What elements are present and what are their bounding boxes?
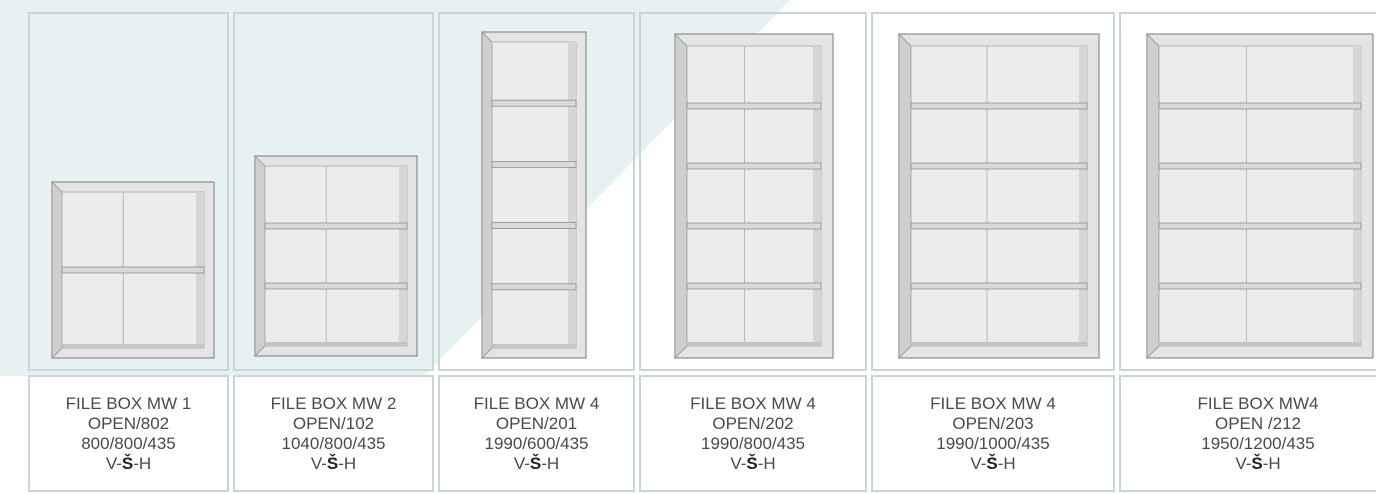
shelf bbox=[264, 282, 408, 290]
product-sheet: FILE BOX MW 1 OPEN/802 800/800/435 V-Š-H… bbox=[0, 0, 1376, 494]
shelf bbox=[910, 282, 1088, 290]
product-code: V-Š-H bbox=[970, 453, 1016, 473]
product-label: FILE BOX MW 4 OPEN/202 1990/800/435 V-Š-… bbox=[639, 375, 867, 492]
shelf bbox=[686, 222, 822, 230]
shelf bbox=[1158, 162, 1362, 170]
cabinet-icon bbox=[51, 181, 215, 359]
product-variant: OPEN/201 bbox=[495, 413, 578, 433]
shelf bbox=[910, 102, 1088, 110]
product-name: FILE BOX MW 2 bbox=[270, 393, 397, 413]
product-table: FILE BOX MW 1 OPEN/802 800/800/435 V-Š-H… bbox=[28, 12, 1376, 492]
shelf bbox=[61, 266, 205, 274]
product-label: FILE BOX MW 1 OPEN/802 800/800/435 V-Š-H bbox=[28, 375, 229, 492]
shelf bbox=[491, 160, 577, 168]
product-name: FILE BOX MW4 bbox=[1197, 393, 1319, 413]
product-variant: OPEN/802 bbox=[87, 413, 170, 433]
product-name: FILE BOX MW 4 bbox=[473, 393, 600, 413]
product-label: FILE BOX MW 4 OPEN/201 1990/600/435 V-Š-… bbox=[438, 375, 635, 492]
product-label: FILE BOX MW 2 OPEN/102 1040/800/435 V-Š-… bbox=[233, 375, 434, 492]
shelf bbox=[686, 282, 822, 290]
product-code: V-Š-H bbox=[1235, 453, 1281, 473]
product-label: FILE BOX MW 4 OPEN/203 1990/1000/435 V-Š… bbox=[871, 375, 1115, 492]
product-name: FILE BOX MW 1 bbox=[65, 393, 192, 413]
shelf bbox=[491, 99, 577, 107]
product-variant: OPEN/203 bbox=[952, 413, 1034, 433]
product-image-cell bbox=[871, 12, 1115, 371]
product-image-cell bbox=[233, 12, 434, 371]
shelf bbox=[1158, 282, 1362, 290]
shelf bbox=[1158, 102, 1362, 110]
cabinet-icon bbox=[481, 31, 587, 359]
product-image-cell bbox=[639, 12, 867, 371]
product-name: FILE BOX MW 4 bbox=[690, 393, 816, 413]
product-code: V-Š-H bbox=[513, 453, 560, 473]
cabinet-icon bbox=[674, 33, 834, 359]
product-dimensions: 1990/600/435 bbox=[484, 433, 589, 453]
product-image-cell bbox=[28, 12, 229, 371]
product-code: V-Š-H bbox=[310, 453, 357, 473]
product-dimensions: 1950/1200/435 bbox=[1201, 433, 1315, 453]
product-code: V-Š-H bbox=[105, 453, 152, 473]
product-variant: OPEN/102 bbox=[292, 413, 375, 433]
product-image-cell bbox=[1119, 12, 1376, 371]
product-label: FILE BOX MW4 OPEN /212 1950/1200/435 V-Š… bbox=[1119, 375, 1376, 492]
shelf bbox=[686, 102, 822, 110]
cabinet-icon bbox=[898, 33, 1100, 359]
shelf bbox=[491, 283, 577, 291]
cabinet-icon bbox=[254, 155, 418, 357]
product-dimensions: 1990/800/435 bbox=[701, 433, 805, 453]
shelf bbox=[1158, 222, 1362, 230]
shelf bbox=[491, 222, 577, 230]
shelf bbox=[910, 222, 1088, 230]
product-image-cell bbox=[438, 12, 635, 371]
product-dimensions: 1040/800/435 bbox=[281, 433, 386, 453]
cabinet-icon bbox=[1146, 33, 1374, 359]
product-code: V-Š-H bbox=[730, 453, 776, 473]
shelf bbox=[910, 162, 1088, 170]
shelf bbox=[686, 162, 822, 170]
product-variant: OPEN/202 bbox=[712, 413, 794, 433]
product-dimensions: 800/800/435 bbox=[81, 433, 176, 453]
product-variant: OPEN /212 bbox=[1215, 413, 1301, 433]
shelf bbox=[264, 222, 408, 230]
product-dimensions: 1990/1000/435 bbox=[936, 433, 1050, 453]
product-name: FILE BOX MW 4 bbox=[930, 393, 1056, 413]
